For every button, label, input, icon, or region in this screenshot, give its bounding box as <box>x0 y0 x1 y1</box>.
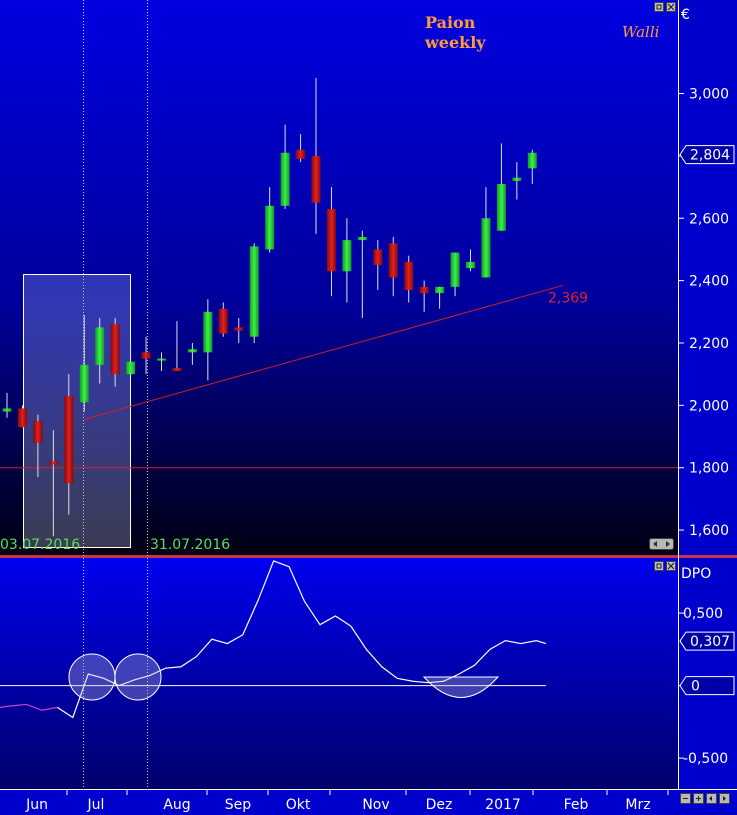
candle-body <box>187 349 197 353</box>
price-tick-label: 3,000 <box>689 87 729 103</box>
candle-body <box>373 249 383 266</box>
candle-body <box>17 408 27 428</box>
candle-body <box>450 252 460 287</box>
month-label: Feb <box>564 797 589 813</box>
price-tick-label: 1,800 <box>689 461 729 477</box>
month-label: Nov <box>362 797 389 813</box>
candle-body <box>110 324 120 375</box>
dpo-maximize-icon[interactable] <box>654 561 664 571</box>
price-tick-label: 1,600 <box>689 523 729 539</box>
candle-body <box>404 261 414 290</box>
candle-body <box>388 243 398 278</box>
month-label: Aug <box>163 797 190 813</box>
candle-body <box>481 218 491 278</box>
candle-body <box>48 461 58 465</box>
dpo-zero-label: 0 <box>691 679 700 695</box>
candle-body <box>296 149 306 160</box>
candle-body <box>157 358 166 361</box>
candle-body <box>64 395 74 484</box>
dpo-zero-box <box>679 676 735 696</box>
candle-body <box>218 308 228 334</box>
date-label-start: 03.07.2016 <box>0 537 80 553</box>
candle-body <box>466 261 475 269</box>
candle-body <box>234 327 244 331</box>
candle-body <box>435 286 445 294</box>
candle-body <box>79 364 89 403</box>
month-label: Sep <box>225 797 252 813</box>
month-label: Jun <box>25 797 48 813</box>
price-tick-label: 2,000 <box>689 398 729 414</box>
price-tick-label: 2,400 <box>689 274 729 290</box>
candle-body <box>33 420 43 443</box>
month-label: Jul <box>87 797 105 813</box>
dpo-tick-label: 0,500 <box>683 606 723 622</box>
trendline-value-label: 2,369 <box>548 290 588 306</box>
chart-subtitle: weekly <box>424 33 486 52</box>
currency-label: € <box>681 7 690 23</box>
candle-body <box>249 246 259 337</box>
candle-body <box>172 367 182 372</box>
candle-body <box>342 240 352 272</box>
price-tick-label: 2,200 <box>689 336 729 352</box>
chart-svg: 2,369 1,600 1,800 2,000 2,200 2,400 2,600 2,80… <box>0 0 737 815</box>
candle-body <box>527 152 537 169</box>
month-label: Dez <box>426 797 453 813</box>
panel-divider <box>0 555 737 558</box>
last-price-label: 2,804 <box>690 148 730 164</box>
price-tick-label: 2,600 <box>689 211 729 227</box>
dpo-marker-circle <box>114 653 162 701</box>
candle-body <box>95 327 105 365</box>
month-label: Okt <box>286 797 311 813</box>
candle-body <box>280 152 290 206</box>
candle-body <box>141 352 151 359</box>
candle-body <box>126 361 136 375</box>
dpo-last-label: 0,307 <box>690 634 730 650</box>
dpo-tick-label: -0,500 <box>683 751 728 767</box>
candle-body <box>265 205 275 250</box>
chart-title: Paion <box>425 13 476 32</box>
candle-body <box>203 311 213 353</box>
candle-body <box>512 177 522 181</box>
date-label-end: 31.07.2016 <box>150 537 230 553</box>
candle-body <box>311 155 321 203</box>
candle-body <box>419 286 429 294</box>
candle-body <box>496 183 506 231</box>
month-label: 2017 <box>485 797 521 813</box>
scroll-icon[interactable] <box>649 538 674 550</box>
chart-window: 2,369 1,600 1,800 2,000 2,200 2,400 2,600 2,80… <box>0 0 737 815</box>
dpo-title: DPO <box>681 566 711 582</box>
brand-mark: Walli <box>622 23 660 41</box>
dpo-marker-circle <box>68 653 116 701</box>
candle-body <box>357 236 367 241</box>
candle <box>249 243 259 343</box>
candle-body <box>2 408 12 412</box>
month-label: Mrz <box>625 797 650 813</box>
candle <box>17 405 27 428</box>
maximize-icon[interactable] <box>654 2 664 12</box>
candle-body <box>326 208 336 272</box>
